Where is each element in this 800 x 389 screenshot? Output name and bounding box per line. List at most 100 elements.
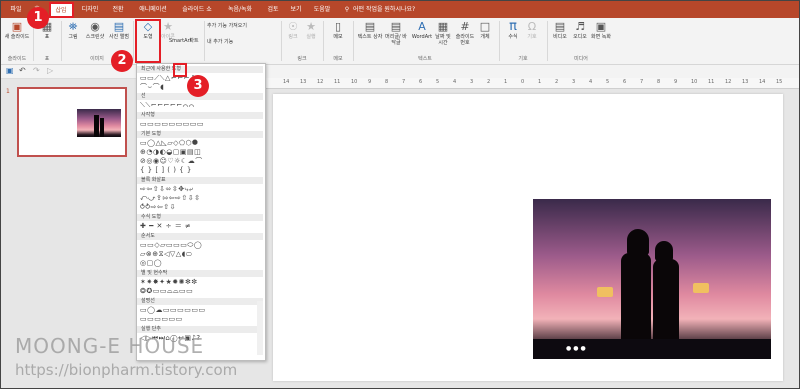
block-arrows-row[interactable]: ⇨⇦⇧⇩⬄⇳✥⤷⤶: [140, 185, 262, 194]
silhouette: [100, 118, 104, 137]
ruler-tick: 2: [555, 79, 559, 85]
rectangles-header: 사각형: [137, 112, 263, 119]
watermark-url: https://bionpharm.tistory.com: [15, 361, 238, 379]
stars-banners-row[interactable]: ✶✷✸✦★✹✺✻✼: [140, 278, 262, 287]
tab-transitions[interactable]: 전환: [107, 1, 129, 18]
symbol-button[interactable]: Ω 기호: [523, 20, 541, 41]
new-slide-button[interactable]: ▣ 새 슬라이드: [4, 21, 30, 41]
recent-shapes-header: 최근에 사용한 도형: [137, 66, 263, 73]
equation-shapes-row[interactable]: ✚ ━ ✕ ÷ ＝ ≠: [140, 222, 262, 231]
tab-review[interactable]: 검토: [263, 1, 283, 18]
tab-design[interactable]: 디자인: [76, 1, 104, 18]
photo-album-label: 사진 앨범: [109, 34, 129, 40]
video-button[interactable]: ▤ 비디오: [551, 21, 569, 41]
group-divider: [61, 21, 62, 61]
ruler-tick: 6: [623, 79, 627, 85]
object-icon: □: [479, 20, 491, 33]
comment-label: 메모: [333, 34, 343, 40]
link-label: 링크: [288, 34, 298, 40]
slides-group-label: 슬라이드: [7, 56, 27, 62]
comment-button[interactable]: ▯ 메모: [328, 21, 348, 41]
tab-slideshow[interactable]: 슬라이드 쇼: [177, 1, 217, 18]
symbol-label: 기호: [527, 34, 537, 40]
textbox-button[interactable]: ▤ 텍스트 상자: [357, 20, 383, 41]
callouts-row[interactable]: ▭◯☁▭▭▭▭▭▭: [140, 306, 262, 315]
flowchart-header: 순서도: [137, 233, 263, 240]
ruler-tick: 9: [674, 79, 678, 85]
tab-file[interactable]: 파일: [5, 1, 27, 18]
omega-icon: Ω: [527, 20, 537, 33]
photo-dots: ●●●: [566, 345, 588, 352]
rectangle-shape-highlight: [173, 63, 187, 77]
flowchart-row[interactable]: ▱⊗⊕⧖◁▽△◖⬭: [140, 250, 262, 259]
tab-animations[interactable]: 애니메이션: [132, 1, 174, 18]
basic-shapes-header: 기본 도형: [137, 131, 263, 138]
slide-canvas[interactable]: [273, 94, 783, 381]
chart-button[interactable]: 차트: [187, 38, 201, 44]
lines-row[interactable]: ⟍⟍⌐⌐⌐⌐⌐⌒⌒: [140, 101, 262, 110]
wordart-label: WordArt: [411, 34, 433, 40]
flowchart-row[interactable]: ▭▭◇▱▭▭▭⬭◯: [140, 241, 262, 250]
object-button[interactable]: □ 개체: [477, 20, 493, 41]
block-arrows-row[interactable]: ⥀⥁⇨⇦⇧⇩: [140, 203, 262, 212]
ruler-tick: 8: [385, 79, 389, 85]
picture-button[interactable]: ⛯ 그림: [63, 21, 83, 41]
rectangles-row[interactable]: ▭▭▭▭▭▭▭▭▭: [140, 120, 262, 129]
redo-icon[interactable]: ↷: [33, 66, 40, 75]
group-divider: [323, 21, 324, 61]
lantern: [597, 287, 613, 297]
my-addins-button[interactable]: 내 추가 기능: [207, 39, 275, 45]
ruler-tick: 9: [368, 79, 372, 85]
textbox-icon: ▤: [364, 20, 376, 33]
datetime-button[interactable]: ▦ 날짜 및 시간: [433, 21, 453, 47]
screenshot-button[interactable]: ◉ 스크린샷: [83, 21, 107, 41]
tab-recording[interactable]: 녹음/녹화: [220, 1, 260, 18]
audio-button[interactable]: ♬ 오디오: [570, 21, 590, 41]
slide-thumbnail[interactable]: [17, 87, 127, 157]
slide-number: 1: [6, 88, 10, 95]
step-marker-1: 1: [27, 7, 49, 29]
group-divider: [353, 21, 354, 61]
basic-shapes-row[interactable]: ⊕◔◑◐◒▢▣▤◫: [140, 148, 262, 157]
callouts-row[interactable]: ▭▭▭▭▭▭: [140, 315, 262, 324]
silhouette: [94, 115, 99, 137]
shapes-gallery: 최근에 사용한 도형 ▭▭⟋⟍△⌐⌐⌐⇩ ⌒⌣⌒◖ 선 ⟍⟍⌐⌐⌐⌐⌐⌒⌒ 사각…: [136, 63, 266, 361]
ruler-tick: 1: [538, 79, 542, 85]
tab-help[interactable]: 도움말: [309, 1, 335, 18]
slide-photo[interactable]: [533, 199, 771, 359]
basic-shapes-row[interactable]: { } [ ] ( ) { }: [140, 166, 262, 175]
tell-me-search[interactable]: 어떤 작업을 원하시나요?: [353, 1, 433, 18]
header-footer-button[interactable]: ▤ 머리글/ 바닥글: [383, 21, 409, 47]
wordart-button[interactable]: A WordArt: [411, 21, 433, 41]
equation-button[interactable]: π 수식: [504, 19, 522, 40]
ruler-tick: 13: [300, 79, 307, 85]
pi-icon: π: [509, 19, 517, 34]
stars-banners-row[interactable]: ❂✪▭▭⌓⌓▭▭: [140, 287, 262, 296]
ruler-tick: 11: [334, 79, 341, 85]
basic-shapes-row[interactable]: ⊘◎◉☺♡☼☾☁⌒: [140, 157, 262, 166]
ribbon-tab-bar: 파일 홈 삽입 디자인 전환 애니메이션 슬라이드 쇼 녹음/녹화 검토 보기 …: [1, 1, 799, 18]
ruler-tick: 5: [606, 79, 610, 85]
symbols-group-label: 기호: [518, 56, 528, 62]
ruler-tick: 3: [572, 79, 576, 85]
smartart-button[interactable]: SmartArt: [169, 38, 192, 44]
undo-icon[interactable]: ↶: [19, 66, 26, 75]
action-label: 실행: [306, 34, 316, 40]
group-divider: [547, 21, 548, 61]
block-arrows-row[interactable]: ⤺⤻⇪⇰⇦⇨⇧⇩⇳: [140, 194, 262, 203]
ruler-tick: 0: [521, 79, 525, 85]
get-addins-button[interactable]: 추가 기능 가져오기: [207, 23, 275, 29]
link-button[interactable]: ☉ 링크: [285, 21, 301, 41]
picture-label: 그림: [68, 34, 78, 40]
start-from-beginning-icon[interactable]: ▷: [47, 66, 53, 75]
save-icon[interactable]: ▣: [6, 66, 14, 75]
photo-album-button[interactable]: ▤ 사진 앨범: [108, 21, 130, 41]
basic-shapes-row[interactable]: ▭◯△◺▱◇⬠⬡⯃: [140, 139, 262, 148]
flowchart-row[interactable]: ◎▢◯: [140, 259, 262, 268]
tab-view[interactable]: 보기: [286, 1, 306, 18]
slide-number-button[interactable]: # 슬라이드 번호: [453, 21, 477, 47]
ruler-tick: 14: [283, 79, 290, 85]
gallery-scrollbar[interactable]: [257, 301, 263, 355]
action-button[interactable]: ★ 실행: [303, 21, 319, 41]
screen-recording-button[interactable]: ▣ 화면 녹화: [591, 21, 611, 41]
